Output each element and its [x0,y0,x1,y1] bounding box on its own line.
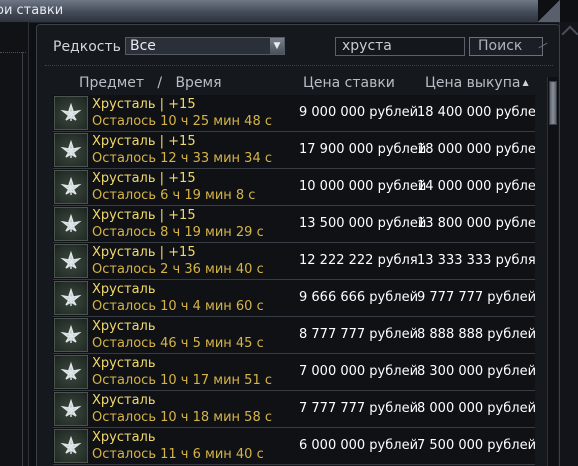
item-name: Хрусталь | +15 [92,245,196,260]
time-remaining: Осталось 6 ч 19 мин 8 с [92,188,256,203]
search-button-label: Поиск [478,38,523,54]
table-row[interactable]: Хрусталь | +15 Осталось 10 ч 25 мин 48 с 9… [53,95,535,132]
column-header-buyout[interactable]: Цена выкупа ▲ [425,75,529,91]
time-remaining: Осталось 10 ч 18 мин 58 с [92,410,272,425]
bid-price: 13 500 000 рублей [299,216,427,231]
item-name: Хрусталь [92,282,156,297]
rarity-dropdown[interactable]: Все ▼ [125,37,285,55]
table-row[interactable]: Хрусталь Осталось 10 ч 18 мин 58 с 7 777 7… [53,391,535,428]
time-remaining: Осталось 11 ч 6 мин 40 с [92,447,264,462]
crystal-flower-icon [54,244,88,278]
time-remaining: Осталось 8 ч 19 мин 29 с [92,225,264,240]
buyout-price: 7 500 000 рублей [417,438,535,453]
frame-notch-icon [561,25,578,43]
time-remaining: Осталось 10 ч 4 мин 60 с [92,299,264,314]
buyout-price: 8 000 000 рублей [417,401,535,416]
table-row[interactable]: Хрусталь | +15 Осталось 8 ч 19 мин 29 с 13… [53,206,535,243]
crystal-flower-icon [54,133,88,167]
bid-price: 7 000 000 рублей [299,364,419,379]
bid-price: 17 900 000 рублей [299,142,427,157]
crystal-flower-icon [54,281,88,315]
time-remaining: Осталось 46 ч 5 мин 45 с [92,336,264,351]
auction-panel: Редкость Все ▼ хруста Поиск Предмет / Вр… [36,24,560,466]
auction-window: ои ставки Редкость Все ▼ хруста Поиск Пр… [0,0,578,466]
buyout-price: 13 800 000 рублей [417,216,535,231]
item-name: Хрусталь [92,319,156,334]
divider [22,52,23,466]
bid-price: 6 000 000 рублей [299,438,419,453]
bid-price: 10 000 000 рублей [299,179,427,194]
sort-ascending-icon: ▲ [522,78,529,87]
time-remaining: Осталось 10 ч 17 мин 51 с [92,373,272,388]
item-name: Хрусталь | +15 [92,208,196,223]
title-bar: ои ставки [0,0,560,23]
title-corner-decoration [538,0,560,22]
scrollbar[interactable] [547,77,558,466]
bid-price: 9 666 666 рублей [299,290,419,305]
item-name: Хрусталь | +15 [92,171,196,186]
time-remaining: Осталось 10 ч 25 мин 48 с [92,114,272,129]
crystal-flower-icon [54,392,88,426]
item-name: Хрусталь | +15 [92,134,196,149]
scrollbar-thumb[interactable] [549,81,557,125]
rarity-dropdown-value: Все [130,38,156,54]
chevron-down-icon[interactable]: ▼ [270,38,284,54]
buyout-price: 13 333 333 рубля [417,253,535,268]
column-header-item-time[interactable]: Предмет / Время [79,75,222,91]
bid-price: 7 777 777 рублей [299,401,419,416]
buyout-price: 18 000 000 рублей [417,142,535,157]
item-name: Хрусталь | +15 [92,97,196,112]
buyout-price: 8 300 000 рублей [417,364,535,379]
crystal-flower-icon [54,207,88,241]
item-name: Хрусталь [92,393,156,408]
crystal-flower-icon [54,170,88,204]
auction-list: Хрусталь | +15 Осталось 10 ч 25 мин 48 с 9… [53,95,535,466]
column-header-buyout-label: Цена выкупа [425,75,521,91]
rarity-label: Редкость [53,39,121,55]
right-side-frame [559,22,578,466]
table-row[interactable]: Хрусталь Осталось 11 ч 6 мин 40 с 6 000 00… [53,428,535,465]
bid-price: 8 777 777 рублей [299,327,419,342]
buyout-price: 8 888 888 рублей [417,327,535,342]
time-remaining: Осталось 2 ч 36 мин 40 с [92,262,264,277]
table-row[interactable]: Хрусталь | +15 Осталось 6 ч 19 мин 8 с 10 … [53,169,535,206]
column-header-bid[interactable]: Цена ставки [303,75,395,91]
divider [45,65,553,66]
window-title: ои ставки [0,3,64,18]
search-button[interactable]: Поиск [469,37,548,56]
item-name: Хрусталь [92,430,156,445]
button-decoration [538,42,548,49]
search-input[interactable]: хруста [335,37,465,56]
buyout-price: 18 400 000 рублей [417,105,535,120]
bid-price: 12 222 222 рубля [299,253,418,268]
crystal-flower-icon [54,429,88,463]
item-name: Хрусталь [92,356,156,371]
table-row[interactable]: Хрусталь | +15 Осталось 12 ч 33 мин 34 с 1… [53,132,535,169]
buyout-price: 14 000 000 рублей [417,179,535,194]
table-row[interactable]: Хрусталь Осталось 10 ч 4 мин 60 с 9 666 66… [53,280,535,317]
table-row[interactable]: Хрусталь Осталось 46 ч 5 мин 45 с 8 777 77… [53,317,535,354]
bid-price: 9 000 000 рублей [299,105,419,120]
crystal-flower-icon [54,96,88,130]
crystal-flower-icon [54,318,88,352]
table-row[interactable]: Хрусталь Осталось 10 ч 17 мин 51 с 7 000 0… [53,354,535,391]
table-row[interactable]: Хрусталь | +15 Осталось 2 ч 36 мин 40 с 12… [53,243,535,280]
crystal-flower-icon [54,355,88,389]
buyout-price: 9 777 777 рублей [417,290,535,305]
left-side-panel [0,22,29,466]
time-remaining: Осталось 12 ч 33 мин 34 с [92,151,272,166]
